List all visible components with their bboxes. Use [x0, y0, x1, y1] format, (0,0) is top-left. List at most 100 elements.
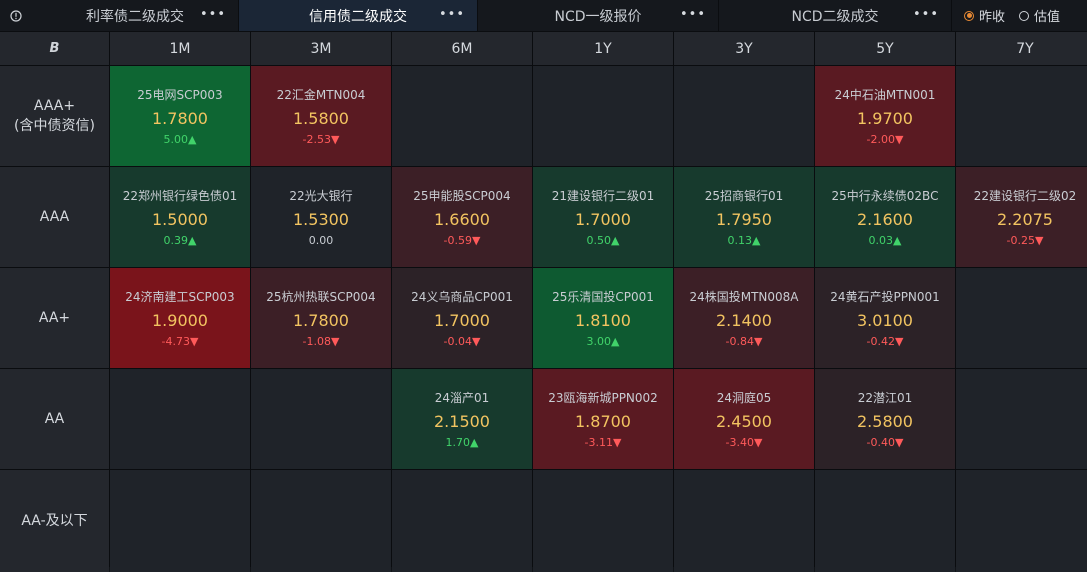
- bond-cell[interactable]: 24淄产01 2.1500 1.70▲: [392, 369, 532, 469]
- bond-name: 23瓯海新城PPN002: [548, 391, 658, 405]
- empty-cell: [956, 268, 1087, 368]
- empty-cell: [956, 66, 1087, 166]
- bond-name: 25中行永续债02BC: [831, 189, 939, 203]
- radio-valuation[interactable]: 估值: [1019, 6, 1060, 25]
- bond-name: 24黄石产投PPN001: [830, 290, 940, 304]
- column-header[interactable]: 1Y: [533, 32, 673, 65]
- bond-change: -0.84▼: [725, 335, 763, 348]
- bond-name: 25杭州热联SCP004: [266, 290, 376, 304]
- tab-bar: 利率债二级成交 ••• 信用债二级成交 ••• NCD一级报价 ••• NCD二…: [0, 0, 1087, 32]
- bond-rate: 3.0100: [857, 311, 913, 330]
- row-label: AA-及以下: [0, 470, 109, 572]
- tab-ncd-secondary[interactable]: NCD二级成交 •••: [719, 0, 952, 31]
- bond-name: 24济南建工SCP003: [125, 290, 235, 304]
- bond-cell[interactable]: 24洞庭05 2.4500 -3.40▼: [674, 369, 814, 469]
- bond-change: -3.40▼: [725, 436, 763, 449]
- info-circle-icon: [10, 9, 22, 22]
- bond-rate: 1.9000: [152, 311, 208, 330]
- bond-rate: 1.5300: [293, 210, 349, 229]
- bond-name: 25电网SCP003: [137, 88, 223, 102]
- bond-rate: 2.4500: [716, 412, 772, 431]
- bond-rate: 1.7000: [434, 311, 490, 330]
- empty-cell: [110, 369, 250, 469]
- bond-rate: 2.1600: [857, 210, 913, 229]
- bond-change: -0.04▼: [443, 335, 481, 348]
- bond-name: 21建设银行二级01: [551, 189, 655, 203]
- bond-cell[interactable]: 24黄石产投PPN001 3.0100 -0.42▼: [815, 268, 955, 368]
- column-header[interactable]: 1M: [110, 32, 250, 65]
- empty-cell: [110, 470, 250, 572]
- info-icon[interactable]: [0, 0, 32, 31]
- bond-cell[interactable]: 25杭州热联SCP004 1.7800 -1.08▼: [251, 268, 391, 368]
- bond-change: 0.00: [308, 234, 334, 247]
- bond-cell[interactable]: 21建设银行二级01 1.7000 0.50▲: [533, 167, 673, 267]
- bond-cell[interactable]: 24济南建工SCP003 1.9000 -4.73▼: [110, 268, 250, 368]
- more-options-icon[interactable]: •••: [439, 8, 465, 22]
- row-label: AA+: [0, 268, 109, 368]
- empty-cell: [533, 470, 673, 572]
- column-header[interactable]: 5Y: [815, 32, 955, 65]
- bond-rate: 2.1400: [716, 311, 772, 330]
- tab-rate-bond-secondary[interactable]: 利率债二级成交 •••: [32, 0, 239, 31]
- bond-cell[interactable]: 24义乌商品CP001 1.7000 -0.04▼: [392, 268, 532, 368]
- bond-change: -0.25▼: [1006, 234, 1044, 247]
- row-label: AAA+ (含中债资信): [0, 66, 109, 166]
- bond-rate: 2.5800: [857, 412, 913, 431]
- bond-name: 22潜江01: [857, 391, 913, 405]
- tab-ncd-primary-quote[interactable]: NCD一级报价 •••: [478, 0, 719, 31]
- bond-name: 25申能股SCP004: [413, 189, 511, 203]
- column-header[interactable]: 6M: [392, 32, 532, 65]
- bond-cell[interactable]: 22建设银行二级02 2.2075 -0.25▼: [956, 167, 1087, 267]
- row-label: AA: [0, 369, 109, 469]
- tab-label: NCD二级成交: [791, 8, 879, 25]
- tab-label: 信用债二级成交: [309, 8, 407, 25]
- bond-cell[interactable]: 25乐清国投CP001 1.8100 3.00▲: [533, 268, 673, 368]
- tab-label: NCD一级报价: [554, 8, 642, 25]
- more-options-icon[interactable]: •••: [200, 8, 226, 22]
- bond-cell[interactable]: 22汇金MTN004 1.5800 -2.53▼: [251, 66, 391, 166]
- column-header[interactable]: 3M: [251, 32, 391, 65]
- column-header[interactable]: 7Y: [956, 32, 1087, 65]
- bond-cell[interactable]: 22光大银行 1.5300 0.00: [251, 167, 391, 267]
- bond-name: 25乐清国投CP001: [552, 290, 654, 304]
- bond-cell[interactable]: 22郑州银行绿色债01 1.5000 0.39▲: [110, 167, 250, 267]
- more-options-icon[interactable]: •••: [913, 8, 939, 22]
- bond-rate: 1.7800: [152, 109, 208, 128]
- bond-rate: 1.7000: [575, 210, 631, 229]
- bond-rate: 1.6600: [434, 210, 490, 229]
- bond-cell[interactable]: 23瓯海新城PPN002 1.8700 -3.11▼: [533, 369, 673, 469]
- credit-bond-matrix: B 1M 3M 6M 1Y 3Y 5Y 7Y AAA+ (含中债资信) 25电网S…: [0, 32, 1087, 572]
- bond-name: 25招商银行01: [704, 189, 784, 203]
- bond-cell[interactable]: 24株国投MTN008A 2.1400 -0.84▼: [674, 268, 814, 368]
- empty-cell: [815, 470, 955, 572]
- tab-label: 利率债二级成交: [86, 8, 184, 25]
- empty-cell: [251, 470, 391, 572]
- bond-change: -0.42▼: [866, 335, 904, 348]
- bond-rate: 1.5000: [152, 210, 208, 229]
- bond-rate: 1.8100: [575, 311, 631, 330]
- bond-change: -0.59▼: [443, 234, 481, 247]
- bond-name: 24洞庭05: [716, 391, 772, 405]
- bond-rate: 1.5800: [293, 109, 349, 128]
- bond-name: 22汇金MTN004: [276, 88, 366, 102]
- bond-cell[interactable]: 25中行永续债02BC 2.1600 0.03▲: [815, 167, 955, 267]
- bond-rate: 2.2075: [997, 210, 1053, 229]
- radio-label: 估值: [1034, 10, 1061, 25]
- bond-cell[interactable]: 24中石油MTN001 1.9700 -2.00▼: [815, 66, 955, 166]
- empty-cell: [674, 66, 814, 166]
- bond-cell[interactable]: 25电网SCP003 1.7800 5.00▲: [110, 66, 250, 166]
- radio-prev-close[interactable]: 昨收: [964, 6, 1005, 25]
- bond-change: -0.40▼: [866, 436, 904, 449]
- bond-change: -1.08▼: [302, 335, 340, 348]
- bond-change: 1.70▲: [445, 436, 479, 449]
- bond-cell[interactable]: 25招商银行01 1.7950 0.13▲: [674, 167, 814, 267]
- more-options-icon[interactable]: •••: [680, 8, 706, 22]
- bond-change: 0.13▲: [727, 234, 761, 247]
- bond-cell[interactable]: 25申能股SCP004 1.6600 -0.59▼: [392, 167, 532, 267]
- price-basis-radio-group: 昨收 估值: [952, 0, 1060, 31]
- bond-rate: 2.1500: [434, 412, 490, 431]
- tab-credit-bond-secondary[interactable]: 信用债二级成交 •••: [239, 0, 478, 31]
- bond-cell[interactable]: 22潜江01 2.5800 -0.40▼: [815, 369, 955, 469]
- column-header[interactable]: 3Y: [674, 32, 814, 65]
- bond-name: 24中石油MTN001: [834, 88, 936, 102]
